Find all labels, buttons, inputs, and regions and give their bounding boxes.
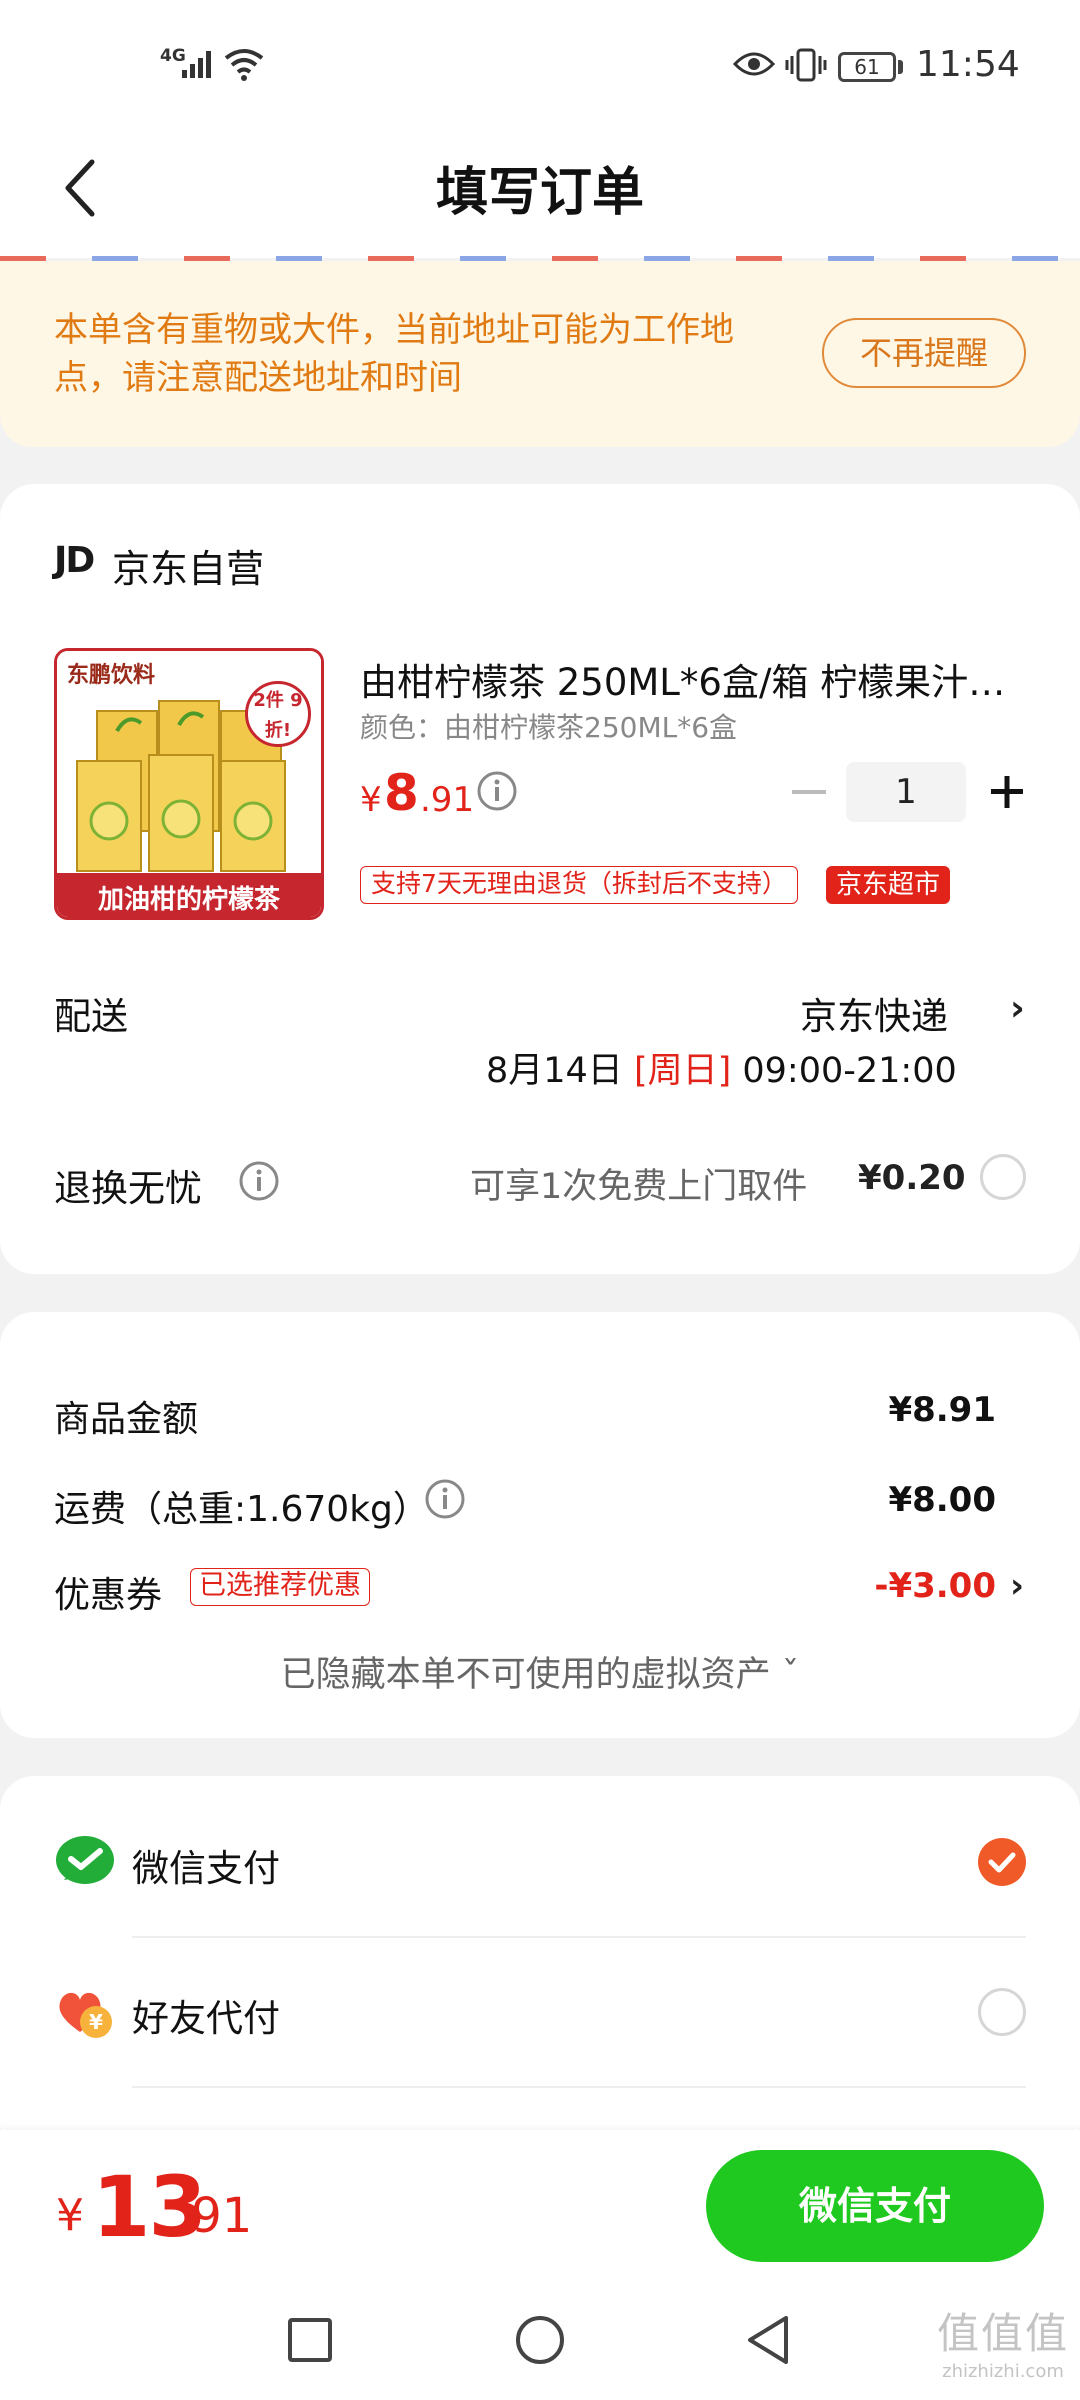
watermark-url: zhizhizhi.com (942, 2361, 1064, 2382)
freight-info-icon[interactable] (424, 1478, 466, 1520)
vibrate-icon (785, 48, 827, 82)
return-policy-tag: 支持7天无理由退货（拆封后不支持） (360, 866, 798, 904)
payment-divider (132, 1936, 1026, 1938)
eye-comfort-icon (733, 52, 775, 76)
dismiss-reminder-button[interactable]: 不再提醒 (822, 318, 1026, 388)
discount-badge: 2件 9折! (245, 681, 311, 747)
shop-name: 京东自营 (112, 547, 265, 591)
wifi-icon (224, 49, 264, 81)
coupon-value[interactable]: -¥3.00 (800, 1566, 996, 1606)
worry-free-radio[interactable] (980, 1154, 1026, 1200)
clock: 11:54 (916, 44, 1020, 85)
worry-free-info-icon[interactable] (238, 1160, 280, 1202)
worry-free-price: ¥0.20 (858, 1158, 966, 1198)
notice-text: 本单含有重物或大件，当前地址可能为工作地点，请注意配送地址和时间 (54, 310, 734, 398)
recents-icon[interactable] (288, 2318, 332, 2362)
back-triangle-icon[interactable] (744, 2314, 792, 2366)
wechat-pay-selected-check[interactable] (978, 1838, 1026, 1886)
friend-pay-label: 好友代付 (132, 1997, 280, 2040)
payment-divider (132, 2086, 1026, 2088)
hidden-assets-toggle[interactable]: 已隐藏本单不可使用的虚拟资产 ˇ (0, 1646, 1080, 1697)
product-title[interactable]: 由柑柠檬茶 250ML*6盒/箱 柠檬果汁茶饮料 (360, 652, 1030, 706)
coupon-chevron-icon[interactable]: › (1010, 1566, 1024, 1606)
delivery-time[interactable]: 8月14日 [周日] 09:00-21:00 (486, 1042, 957, 1093)
friend-pay-icon: ¥ (59, 1992, 112, 2038)
delivery-date: 8月14日 (486, 1051, 634, 1091)
friend-pay-radio[interactable] (978, 1988, 1026, 2036)
jd-logo: JD (54, 540, 95, 581)
goods-amount-value: ¥8.91 (888, 1390, 996, 1430)
product-slogan: 加油柑的柠檬茶 (97, 885, 280, 915)
page-title: 填写订单 (435, 163, 644, 223)
quantity-decrease-button[interactable] (786, 762, 832, 822)
jd-supermarket-tag: 京东超市 (826, 866, 951, 904)
worry-free-label: 退换无忧 (54, 1167, 202, 1210)
coupon-recommended-tag: 已选推荐优惠 (190, 1568, 370, 1606)
shipping-chevron-icon[interactable]: › (1010, 988, 1025, 1029)
freight-label: 运费（总重:1.670kg） (54, 1489, 429, 1530)
home-icon[interactable] (516, 2316, 564, 2364)
check-icon (988, 1852, 1016, 1873)
price-symbol: ¥ (360, 780, 382, 820)
svg-text:¥: ¥ (89, 2010, 103, 2034)
delivery-window: 09:00-21:00 (731, 1051, 957, 1091)
price-info-icon[interactable] (476, 770, 518, 812)
delivery-weekday: [周日] (633, 1051, 732, 1091)
total-symbol: ¥ (56, 2190, 84, 2241)
watermark: 值值值 zhizhizhi.com (928, 2300, 1078, 2382)
shipping-method[interactable]: 京东快递 (800, 986, 948, 1040)
price-decimal: .91 (420, 780, 475, 820)
freight-value: ¥8.00 (888, 1480, 996, 1520)
product-brand: 东鹏饮料 (67, 663, 156, 688)
price-integer: 8 (384, 764, 419, 822)
wechat-pay-submit-button[interactable]: 微信支付 (706, 2150, 1044, 2262)
battery-tip (898, 60, 903, 74)
watermark-logo: 值值值 (936, 2309, 1069, 2358)
total-decimal: .91 (176, 2188, 253, 2244)
product-image[interactable]: 东鹏饮料 2件 9折! 加油柑的柠檬茶 (54, 648, 324, 920)
signal-icon (182, 51, 211, 78)
wechat-pay-label: 微信支付 (132, 1847, 280, 1890)
quantity-value[interactable]: 1 (846, 762, 966, 822)
coupon-label: 优惠券 (54, 1575, 163, 1616)
goods-amount-label: 商品金额 (54, 1399, 199, 1440)
wechat-pay-icon (56, 1836, 114, 1884)
product-spec: 颜色：由柑柠檬茶250ML*6盒 (360, 711, 738, 744)
worry-free-description: 可享1次免费上门取件 (470, 1167, 808, 1207)
battery-icon: 61 (838, 52, 896, 82)
shipping-label: 配送 (54, 995, 128, 1038)
quantity-increase-button[interactable] (982, 762, 1032, 822)
